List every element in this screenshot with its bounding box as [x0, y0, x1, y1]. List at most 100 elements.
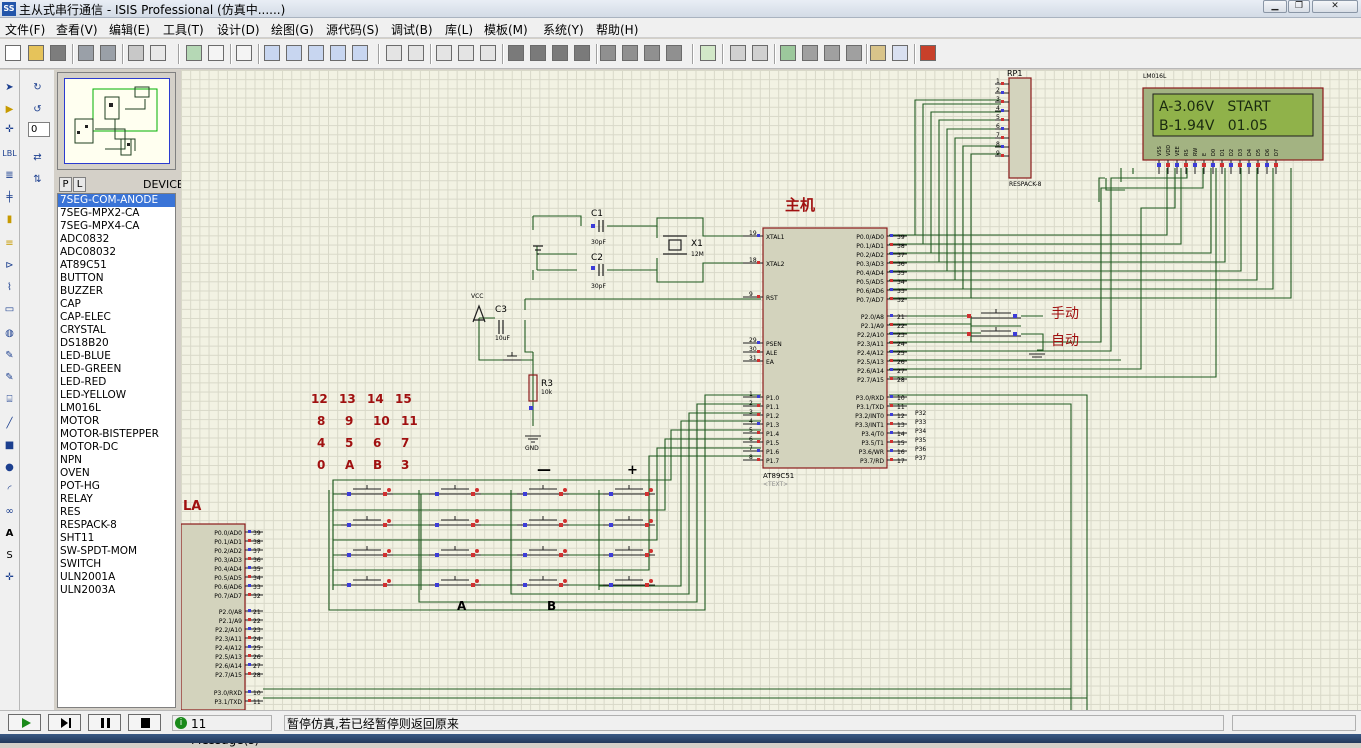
device-item[interactable]: AT89C51	[58, 259, 175, 272]
symbol-icon[interactable]: S	[2, 548, 17, 563]
decompose-icon[interactable]	[666, 45, 682, 61]
pin-icon[interactable]: ⊳	[2, 258, 17, 273]
device-item[interactable]: CRYSTAL	[58, 324, 175, 337]
menu-help[interactable]: 帮助(H)	[596, 21, 638, 38]
menu-template[interactable]: 模板(M)	[484, 21, 528, 38]
path-icon[interactable]: ∞	[2, 504, 17, 519]
tape-icon[interactable]: ▭	[2, 302, 17, 317]
keypad-button[interactable]	[429, 576, 481, 587]
device-item[interactable]: SHT11	[58, 532, 175, 545]
device-item[interactable]: BUZZER	[58, 285, 175, 298]
packaging-icon[interactable]	[644, 45, 660, 61]
paste-icon[interactable]	[480, 45, 496, 61]
new-sheet-icon[interactable]	[780, 45, 796, 61]
pause-button[interactable]	[88, 714, 121, 731]
property-tool-icon[interactable]	[752, 45, 768, 61]
keypad-button[interactable]	[603, 485, 655, 496]
messages-indicator[interactable]: i 11 Message(s)	[172, 715, 272, 747]
remove-sheet-icon[interactable]	[802, 45, 818, 61]
menu-design[interactable]: 设计(D)	[217, 21, 260, 38]
keypad-button[interactable]	[429, 485, 481, 496]
text-script-icon[interactable]: ≣	[2, 168, 17, 183]
close-button[interactable]: ✕	[1312, 0, 1358, 13]
step-button[interactable]	[48, 714, 81, 731]
print-icon[interactable]	[128, 45, 144, 61]
device-item[interactable]: LM016L	[58, 402, 175, 415]
device-item[interactable]: ADC0832	[58, 233, 175, 246]
rotation-angle-field[interactable]: 0	[28, 122, 50, 137]
keypad-buttons[interactable]	[341, 485, 655, 587]
play-button[interactable]	[8, 714, 41, 731]
bom-icon[interactable]	[870, 45, 886, 61]
reset-button[interactable]	[503, 352, 521, 361]
keypad-button[interactable]	[517, 576, 569, 587]
origin-icon[interactable]	[236, 45, 252, 61]
voltage-probe-icon[interactable]: ✎	[2, 348, 17, 363]
device-item[interactable]: SWITCH	[58, 558, 175, 571]
menu-system[interactable]: 系统(Y)	[543, 21, 584, 38]
zoom-in-icon[interactable]	[286, 45, 302, 61]
bus-icon[interactable]: ╪	[2, 190, 17, 205]
library-manager-tab[interactable]: L	[73, 177, 86, 192]
export-icon[interactable]	[100, 45, 116, 61]
junction-dot-icon[interactable]: ✛	[2, 122, 17, 137]
device-item[interactable]: MOTOR-BISTEPPER	[58, 428, 175, 441]
device-item[interactable]: NPN	[58, 454, 175, 467]
menu-edit[interactable]: 编辑(E)	[109, 21, 150, 38]
arc-icon[interactable]: ◜	[2, 482, 17, 497]
keypad-button[interactable]	[603, 576, 655, 587]
menu-debug[interactable]: 调试(B)	[391, 21, 433, 38]
keypad-button[interactable]	[341, 546, 393, 557]
component-mode-icon[interactable]: ▶	[2, 102, 17, 117]
copy-icon[interactable]	[458, 45, 474, 61]
keypad-button[interactable]	[517, 546, 569, 557]
stop-button[interactable]	[128, 714, 161, 731]
menu-source[interactable]: 源代码(S)	[326, 21, 379, 38]
device-item[interactable]: ADC08032	[58, 246, 175, 259]
wire-autoroute-icon[interactable]	[700, 45, 716, 61]
print-area-icon[interactable]	[150, 45, 166, 61]
cut-icon[interactable]	[436, 45, 452, 61]
device-item[interactable]: MOTOR-DC	[58, 441, 175, 454]
device-item[interactable]: CAP-ELEC	[58, 311, 175, 324]
menu-graph[interactable]: 绘图(G)	[271, 21, 314, 38]
device-item[interactable]: SW-SPDT-MOM	[58, 545, 175, 558]
device-item[interactable]: 7SEG-COM-ANODE	[58, 194, 175, 207]
block-delete-icon[interactable]	[574, 45, 590, 61]
block-move-icon[interactable]	[530, 45, 546, 61]
menu-tools[interactable]: 工具(T)	[163, 21, 204, 38]
zoom-child-icon[interactable]	[846, 45, 862, 61]
device-item[interactable]: RESPACK-8	[58, 519, 175, 532]
keypad-button[interactable]	[517, 516, 569, 527]
menu-library[interactable]: 库(L)	[445, 21, 473, 38]
undo-icon[interactable]	[386, 45, 402, 61]
redo-icon[interactable]	[408, 45, 424, 61]
schematic-canvas[interactable]: XTAL1 19 XTAL2 18 RST 9 PSEN 29 ALE 30 EA 31 P1.0 1 P1…	[181, 70, 1361, 710]
device-item[interactable]: CAP	[58, 298, 175, 311]
device-item[interactable]: LED-GREEN	[58, 363, 175, 376]
maximize-button[interactable]: ❐	[1288, 0, 1310, 13]
terminal-icon[interactable]: ≡	[2, 236, 17, 251]
wire-label-icon[interactable]: LBL	[2, 146, 17, 161]
menu-file[interactable]: 文件(F)	[5, 21, 45, 38]
device-item[interactable]: BUTTON	[58, 272, 175, 285]
subcircuit-icon[interactable]: ▮	[2, 212, 17, 227]
minimize-button[interactable]: ▁	[1263, 0, 1287, 13]
device-item[interactable]: POT-HG	[58, 480, 175, 493]
device-item[interactable]: LED-BLUE	[58, 350, 175, 363]
line-icon[interactable]: ╱	[2, 416, 17, 431]
keypad-button[interactable]	[341, 576, 393, 587]
zoom-all-icon[interactable]	[330, 45, 346, 61]
device-item[interactable]: LED-YELLOW	[58, 389, 175, 402]
keypad-button[interactable]	[603, 516, 655, 527]
device-item[interactable]: RELAY	[58, 493, 175, 506]
zoom-out-icon[interactable]	[308, 45, 324, 61]
graph-icon[interactable]: ⌇	[2, 280, 17, 295]
menu-view[interactable]: 查看(V)	[56, 21, 98, 38]
selection-mode-icon[interactable]: ➤	[2, 80, 17, 95]
box-icon[interactable]: ■	[2, 438, 17, 453]
circle-icon[interactable]: ●	[2, 460, 17, 475]
keypad-button[interactable]	[341, 485, 393, 496]
device-item[interactable]: LED-RED	[58, 376, 175, 389]
device-item[interactable]: ULN2003A	[58, 584, 175, 597]
